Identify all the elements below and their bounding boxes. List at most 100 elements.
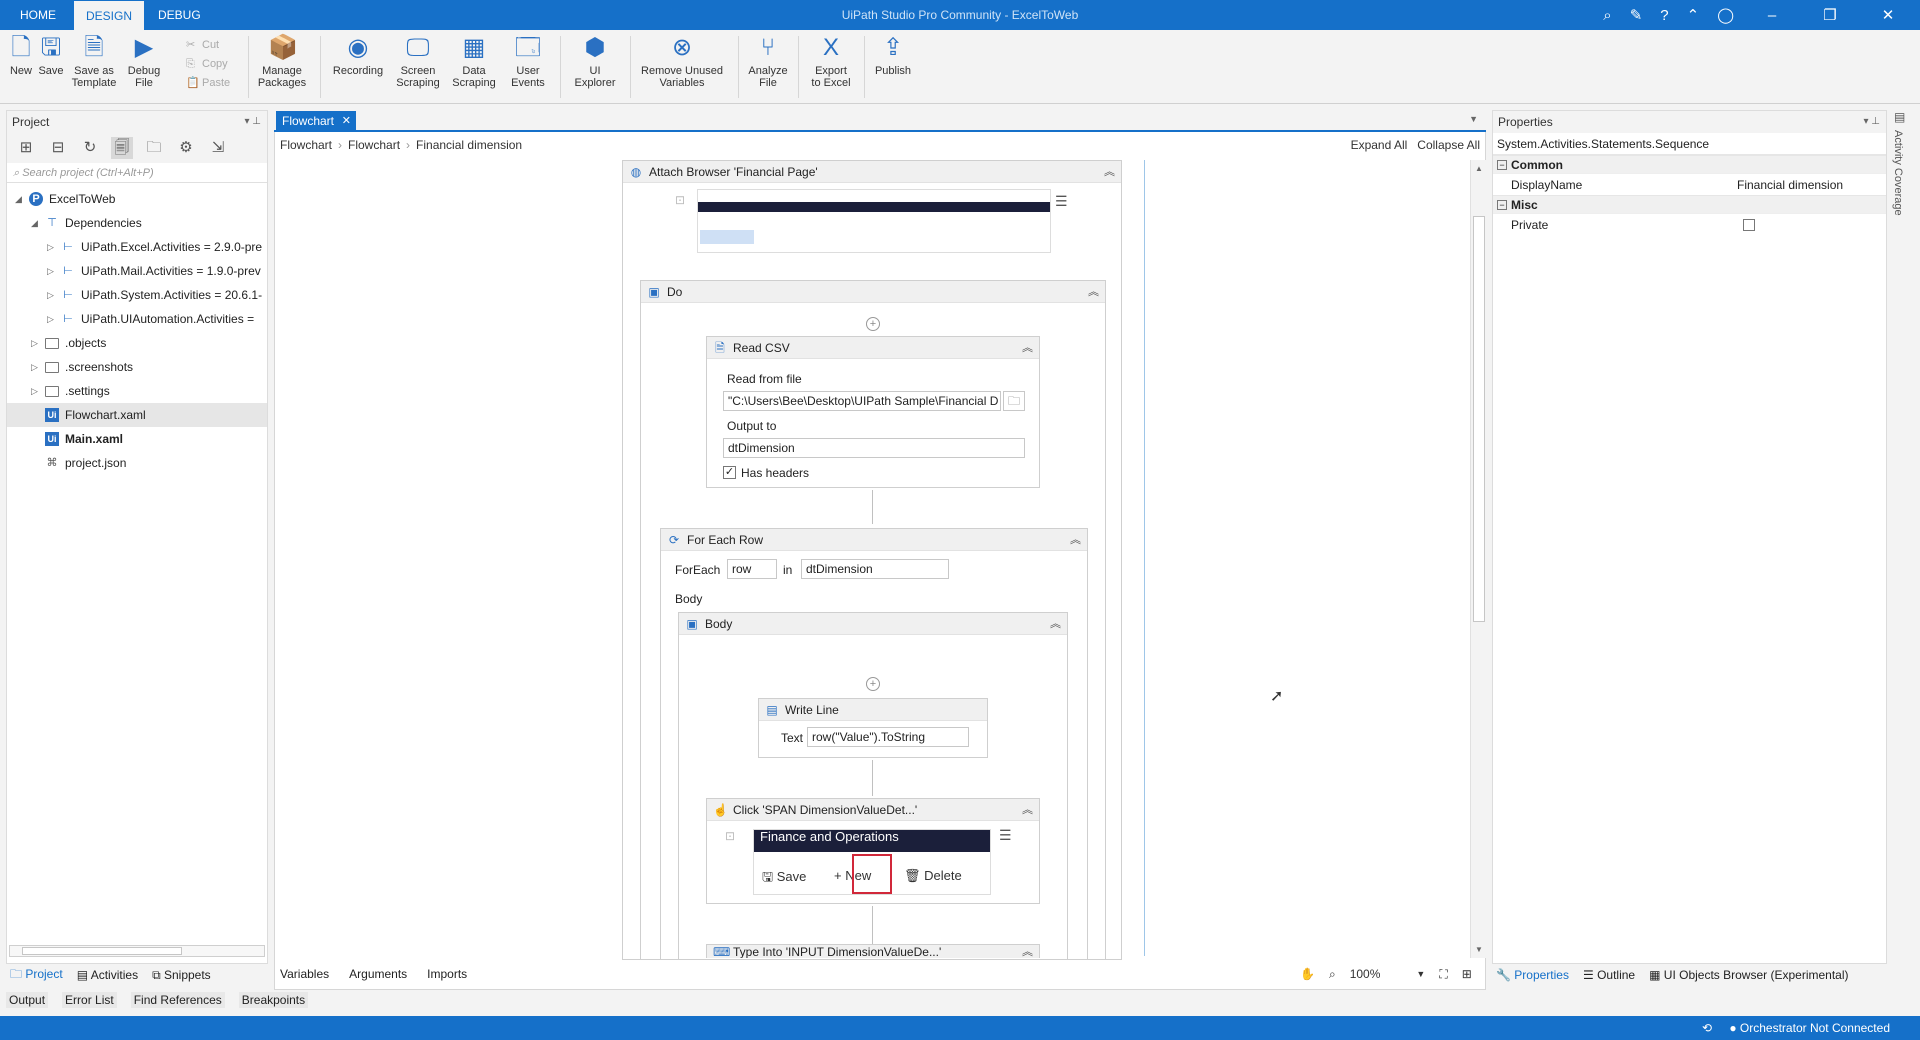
foreach-variable-field[interactable]: row: [727, 559, 777, 579]
minimize-icon[interactable]: –: [1752, 7, 1792, 24]
menu-icon[interactable]: ☰: [1055, 193, 1068, 210]
tree-item-dependencies[interactable]: ◢ ⊤ Dependencies: [7, 211, 267, 235]
collapse-section-icon[interactable]: −: [1497, 200, 1507, 210]
close-icon[interactable]: ✕: [1868, 6, 1908, 24]
activity-coverage-sidebar[interactable]: ▤ Activity Coverage: [1888, 110, 1914, 240]
new-button[interactable]: 🗋 New: [6, 34, 36, 77]
collapsed-arrow-icon[interactable]: ▷: [31, 355, 41, 379]
settings-icon[interactable]: ⚙: [175, 137, 197, 159]
pan-hand-icon[interactable]: ✋: [1300, 967, 1315, 981]
read-csv-activity[interactable]: 🗎 Read CSV ︽ Read from file "C:\Users\Be…: [706, 336, 1040, 488]
tree-item-dependency[interactable]: ▷ ⊢ UiPath.System.Activities = 20.6.1-: [7, 283, 267, 307]
help-icon[interactable]: ?: [1660, 7, 1668, 24]
add-activity-icon[interactable]: +: [866, 677, 880, 691]
tab-outline[interactable]: ☰ Outline: [1583, 968, 1635, 982]
add-activity-icon[interactable]: +: [866, 317, 880, 331]
manage-packages-button[interactable]: 📦 Manage Packages: [252, 34, 312, 89]
tree-item-folder[interactable]: ▷ .objects: [7, 331, 267, 355]
collapsed-arrow-icon[interactable]: ▷: [47, 307, 57, 331]
restore-icon[interactable]: ❐: [1810, 6, 1850, 24]
vertical-scrollbar[interactable]: ▲ ▼: [1470, 160, 1486, 958]
project-search-input[interactable]: ⌕ Search project (Ctrl+Alt+P): [7, 163, 267, 183]
dropdown-icon[interactable]: ▼: [1469, 114, 1478, 124]
collapse-icon[interactable]: ︽: [1070, 529, 1081, 551]
orchestrator-status[interactable]: ● Orchestrator Not Connected: [1729, 1016, 1890, 1040]
body-sequence[interactable]: ▣ Body ︽ +: [678, 612, 1068, 960]
in-collection-field[interactable]: dtDimension: [801, 559, 949, 579]
tree-item-folder[interactable]: ▷ .screenshots: [7, 355, 267, 379]
tree-item-dependency[interactable]: ▷ ⊢ UiPath.Excel.Activities = 2.9.0-pre: [7, 235, 267, 259]
has-headers-checkbox[interactable]: ✓: [723, 466, 736, 479]
write-line-activity[interactable]: ▤ Write Line Text row("Value").ToString: [758, 698, 988, 758]
expanded-arrow-icon[interactable]: ◢: [15, 187, 25, 211]
copy-button[interactable]: ⎘ Copy: [186, 55, 230, 74]
fit-to-screen-icon[interactable]: ⛶: [1439, 967, 1447, 982]
search-icon[interactable]: ⌕: [1603, 7, 1611, 24]
expanded-arrow-icon[interactable]: ◢: [31, 211, 41, 235]
tab-properties[interactable]: 🔧 Properties: [1496, 968, 1569, 982]
account-icon[interactable]: ◯: [1717, 6, 1734, 24]
tab-variables[interactable]: Variables: [280, 967, 329, 981]
debug-file-button[interactable]: ▶ Debug File: [124, 34, 164, 89]
tab-project[interactable]: 🗀 Project: [10, 965, 63, 986]
scroll-up-icon[interactable]: ▲: [1471, 164, 1487, 173]
menu-icon[interactable]: ☰: [999, 827, 1012, 844]
expand-all-icon[interactable]: ⊞: [15, 137, 37, 159]
collapsed-arrow-icon[interactable]: ▷: [47, 235, 57, 259]
collapse-ribbon-icon[interactable]: ⌃: [1687, 6, 1700, 24]
click-activity[interactable]: ☝ Click 'SPAN DimensionValueDet...' ︽ ⊡ …: [706, 798, 1040, 904]
horizontal-scrollbar[interactable]: [9, 945, 265, 957]
import-icon[interactable]: ⇲: [207, 137, 229, 159]
tab-flowchart[interactable]: Flowchart ✕: [276, 111, 357, 132]
tree-item-file[interactable]: Ui Main.xaml: [7, 427, 267, 451]
collapse-all-icon[interactable]: ⊟: [47, 137, 69, 159]
publish-button[interactable]: ⇪ Publish: [868, 34, 918, 77]
collapsed-arrow-icon[interactable]: ▷: [31, 379, 41, 403]
breadcrumb-item[interactable]: Financial dimension: [416, 138, 522, 156]
collapse-icon[interactable]: ︽: [1050, 613, 1061, 635]
user-events-button[interactable]: 🗔 User Events: [502, 34, 554, 89]
collapse-icon[interactable]: ︽: [1022, 337, 1033, 359]
tab-imports[interactable]: Imports: [427, 967, 467, 981]
zoom-icon[interactable]: ⌕: [1329, 967, 1336, 982]
analyze-file-button[interactable]: ⑂ Analyze File: [744, 34, 792, 89]
expand-all-link[interactable]: Expand All: [1351, 138, 1408, 152]
tab-find-references[interactable]: Find References: [130, 992, 225, 1008]
feedback-icon[interactable]: ✎: [1630, 6, 1643, 24]
tab-output[interactable]: Output: [6, 992, 49, 1008]
collapse-section-icon[interactable]: −: [1497, 160, 1507, 170]
remove-unused-variables-button[interactable]: ⊗ Remove Unused Variables: [636, 34, 728, 89]
save-button[interactable]: 🖫 Save: [36, 34, 66, 77]
tree-item-dependency[interactable]: ▷ ⊢ UiPath.Mail.Activities = 1.9.0-prev: [7, 259, 267, 283]
tab-snippets[interactable]: ⧉ Snippets: [152, 968, 211, 983]
overview-icon[interactable]: ⊞: [1462, 967, 1472, 981]
ui-explorer-button[interactable]: ⬢ UI Explorer: [566, 34, 624, 89]
read-from-file-field[interactable]: "C:\Users\Bee\Desktop\UIPath Sample\Fina…: [723, 391, 1001, 411]
display-name-field[interactable]: Financial dimension: [1737, 174, 1843, 196]
breadcrumb-item[interactable]: Flowchart: [348, 138, 400, 156]
tab-home[interactable]: HOME: [8, 0, 68, 30]
misc-section[interactable]: − Misc: [1493, 195, 1886, 213]
tab-design[interactable]: DESIGN: [74, 1, 145, 30]
tab-debug[interactable]: DEBUG: [146, 0, 213, 30]
scrollbar-thumb[interactable]: [1473, 216, 1485, 622]
collapsed-arrow-icon[interactable]: ▷: [31, 331, 41, 355]
collapse-icon[interactable]: ︽: [1022, 945, 1033, 958]
save-as-template-button[interactable]: 🗎 Save as Template: [68, 34, 120, 89]
collapse-all-link[interactable]: Collapse All: [1417, 138, 1480, 152]
breadcrumb-item[interactable]: Flowchart: [280, 138, 332, 156]
pin-icon[interactable]: ▾ ⊥: [1863, 111, 1880, 133]
screen-scraping-button[interactable]: 🖵 Screen Scraping: [392, 34, 444, 89]
export-to-excel-button[interactable]: X Export to Excel: [804, 34, 858, 89]
tree-item-file[interactable]: Ui Flowchart.xaml: [7, 403, 267, 427]
common-section[interactable]: − Common: [1493, 155, 1886, 173]
private-checkbox[interactable]: [1743, 219, 1755, 231]
scrollbar-thumb[interactable]: [22, 947, 182, 955]
tree-item-folder[interactable]: ▷ .settings: [7, 379, 267, 403]
type-into-activity[interactable]: ⌨ Type Into 'INPUT DimensionValueDe...' …: [706, 944, 1040, 958]
zoom-dropdown-icon[interactable]: ▼: [1416, 969, 1425, 979]
collapsed-arrow-icon[interactable]: ▷: [47, 283, 57, 307]
show-all-files-icon[interactable]: 🗐: [111, 137, 133, 159]
cut-button[interactable]: ✂ Cut: [186, 36, 230, 55]
tab-error-list[interactable]: Error List: [62, 992, 117, 1008]
